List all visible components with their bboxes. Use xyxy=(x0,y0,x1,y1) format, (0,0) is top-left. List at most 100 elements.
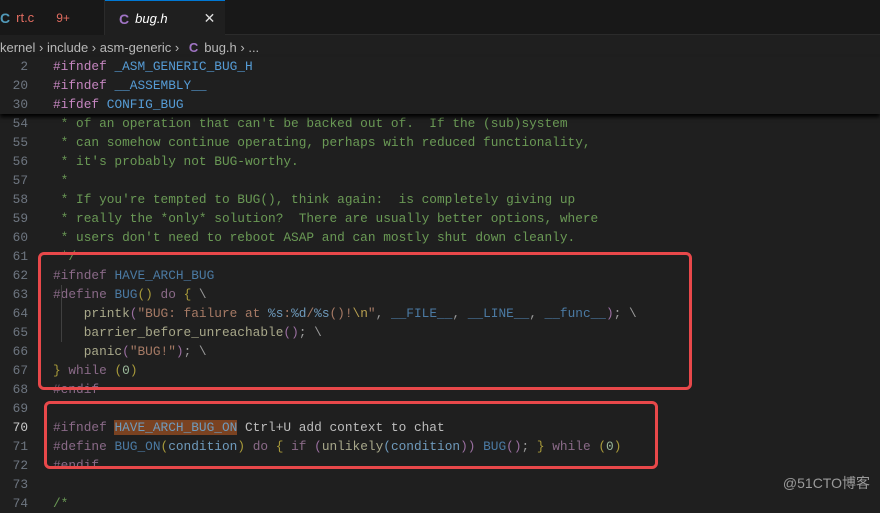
line-number: 64 xyxy=(12,306,28,321)
line-text: barrier_before_unreachable(); \ xyxy=(53,323,322,342)
line-text: * If you're tempted to BUG(), think agai… xyxy=(53,190,576,209)
code-line[interactable]: 62 #ifndef HAVE_ARCH_BUG xyxy=(0,266,880,285)
code-token: () xyxy=(283,325,299,340)
line-number: 69 xyxy=(12,401,28,416)
line-number: 20 xyxy=(12,78,28,93)
code-line[interactable]: 64 printk("BUG: failure at %s:%d/%s()!\n… xyxy=(0,304,880,323)
code-line[interactable]: 61 */ xyxy=(0,247,880,266)
code-token: ( xyxy=(383,439,391,454)
code-line[interactable]: 71 #define BUG_ON(condition) do { if (unl… xyxy=(0,437,880,456)
code-token: /* xyxy=(53,496,69,511)
code-token: HAVE_ARCH_BUG_ON xyxy=(114,420,238,435)
chevron-right-icon: › xyxy=(35,39,47,55)
code-token: , xyxy=(529,306,545,321)
line-number: 71 xyxy=(12,439,28,454)
code-token: } xyxy=(536,439,545,454)
code-token: while xyxy=(60,363,115,378)
sticky-scroll-header[interactable]: 2 #ifndef _ASM_GENERIC_BUG_H 20 #ifndef __A… xyxy=(0,57,880,114)
code-token: } xyxy=(53,363,61,378)
code-token: */ xyxy=(53,249,77,264)
code-token: %d xyxy=(291,306,307,321)
code-token: while xyxy=(544,439,599,454)
code-token: #endif xyxy=(53,382,100,397)
code-token: , xyxy=(452,306,468,321)
code-token: if xyxy=(283,439,315,454)
code-token: do xyxy=(152,287,184,302)
code-token: * of an operation that can't be backed o… xyxy=(53,116,568,131)
line-text: /* xyxy=(53,494,68,513)
chevron-right-icon: › xyxy=(171,39,183,55)
code-token: #ifndef xyxy=(53,420,115,435)
code-editor[interactable]: 54 * of an operation that can't be backe… xyxy=(0,114,880,513)
line-number: 67 xyxy=(12,363,28,378)
code-line[interactable]: 56 * it's probably not BUG-worthy. xyxy=(0,152,880,171)
code-line[interactable]: 60 * users don't need to reboot ASAP and… xyxy=(0,228,880,247)
c-file-icon: C xyxy=(0,9,11,26)
code-line[interactable]: 30 #ifdef CONFIG_BUG xyxy=(0,95,880,114)
code-token: #define xyxy=(53,439,115,454)
code-token: #define xyxy=(53,287,115,302)
code-line[interactable]: 74 /* xyxy=(0,494,880,513)
code-token: ) xyxy=(237,439,246,454)
breadcrumb-asm-generic[interactable]: asm-generic xyxy=(100,40,172,55)
code-token: barrier_before_unreachable xyxy=(53,325,284,340)
code-token: __FILE__ xyxy=(390,306,453,321)
code-token: %s xyxy=(314,306,330,321)
code-token: )) xyxy=(460,439,476,454)
code-token: * it's probably not BUG-worthy. xyxy=(53,154,299,169)
breadcrumb-include[interactable]: include xyxy=(47,40,88,55)
line-text: */ xyxy=(53,247,76,266)
code-token: printk xyxy=(53,306,130,321)
line-number: 54 xyxy=(12,116,28,131)
code-line[interactable]: 63 #define BUG() do { \ xyxy=(0,285,880,304)
code-line[interactable]: 69 xyxy=(0,399,880,418)
code-line[interactable]: 55 * can somehow continue operating, per… xyxy=(0,133,880,152)
code-line[interactable]: 57 * xyxy=(0,171,880,190)
code-token: \ xyxy=(191,287,207,302)
code-line[interactable]: 59 * really the *only* solution? There a… xyxy=(0,209,880,228)
code-token: panic xyxy=(53,344,123,359)
breadcrumb-symbols[interactable]: › ... xyxy=(237,40,259,55)
code-token: ; xyxy=(521,439,537,454)
c-file-icon: C xyxy=(119,10,130,27)
line-number: 59 xyxy=(12,211,28,226)
line-number: 70 xyxy=(12,420,28,435)
tab-rt-c[interactable]: C rt.c 9+ xyxy=(0,0,105,35)
line-text: #define BUG_ON(condition) do { if (unlik… xyxy=(53,437,621,456)
code-line[interactable]: 67} while (0) xyxy=(0,361,880,380)
code-line[interactable]: 65 barrier_before_unreachable(); \ xyxy=(0,323,880,342)
code-line[interactable]: 20 #ifndef __ASSEMBLY__ xyxy=(0,76,880,95)
close-icon[interactable]: ✕ xyxy=(204,10,216,27)
code-token: : xyxy=(283,306,292,321)
code-line[interactable]: 70 #ifndef HAVE_ARCH_BUG_ON Ctrl+U add co… xyxy=(0,418,880,437)
breadcrumb-kernel[interactable]: kernel xyxy=(0,40,35,55)
line-text: #ifndef HAVE_ARCH_BUG_ON Ctrl+U add cont… xyxy=(53,418,445,437)
code-line[interactable]: 66 panic("BUG!"); \ xyxy=(0,342,880,361)
line-text: #define BUG() do { \ xyxy=(53,285,207,304)
code-line[interactable]: 58 * If you're tempted to BUG(), think a… xyxy=(0,190,880,209)
code-token: * xyxy=(53,173,69,188)
code-token: #ifdef xyxy=(53,97,107,112)
code-token: ( xyxy=(114,363,123,378)
breadcrumb-bug-h[interactable]: bug.h xyxy=(204,40,237,55)
tab-bar: C rt.c 9+ C bug.h ✕ xyxy=(0,0,880,36)
code-line[interactable]: 54 * of an operation that can't be backe… xyxy=(0,114,880,133)
code-line[interactable]: 2 #ifndef _ASM_GENERIC_BUG_H xyxy=(0,57,880,76)
code-token: "BUG: failure at xyxy=(137,306,269,321)
indent-guide xyxy=(61,285,62,342)
code-token: __ASSEMBLY__ xyxy=(114,78,207,93)
code-line[interactable]: 68 #endif xyxy=(0,380,880,399)
tab-bug-h[interactable]: C bug.h ✕ xyxy=(105,0,225,36)
breadcrumb: kernel › include › asm-generic › Cbug.h … xyxy=(0,36,259,58)
code-token: ()! xyxy=(329,306,353,321)
line-text: #ifndef _ASM_GENERIC_BUG_H xyxy=(53,57,253,76)
tab-label: rt.c xyxy=(16,10,35,25)
code-line[interactable]: 73 xyxy=(0,475,880,494)
line-number: 65 xyxy=(12,325,28,340)
code-token: BUG_ON xyxy=(114,439,161,454)
line-number: 57 xyxy=(12,173,28,188)
code-line[interactable]: 72 #endif xyxy=(0,456,880,475)
line-text: * xyxy=(53,171,69,190)
code-token: "BUG!" xyxy=(129,344,176,359)
line-number: 63 xyxy=(12,287,28,302)
